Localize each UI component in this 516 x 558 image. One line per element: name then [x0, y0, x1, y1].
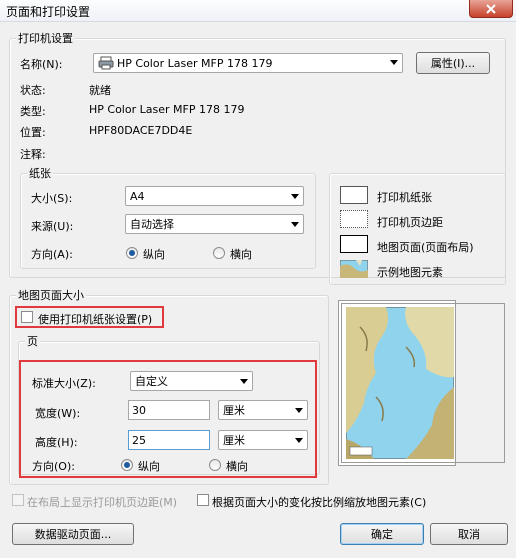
sample-map-swatch [339, 259, 369, 279]
map-thumbnail-icon [339, 259, 369, 279]
scale-elements-label[interactable]: 根据页面大小的变化按比例缩放地图元素(C) [212, 494, 426, 510]
title-bar: 页面和打印设置 [0, 0, 516, 22]
width-unit-value: 厘米 [223, 404, 245, 417]
show-printer-margins-label[interactable]: 在布局上显示打印机页边距(M) [27, 494, 177, 510]
printer-name-label: 名称(N): [20, 58, 63, 71]
chevron-down-icon [390, 60, 398, 65]
chevron-down-icon [291, 194, 299, 199]
printer-margin-swatch [340, 210, 368, 228]
legend-printer-margin: 打印机页边距 [377, 216, 443, 229]
legend-sample-map: 示例地图元素 [377, 266, 443, 279]
height-unit-value: 厘米 [223, 434, 245, 447]
status-label: 状态: [20, 84, 46, 97]
height-unit-select[interactable]: 厘米 [218, 430, 308, 450]
close-icon [486, 3, 496, 14]
standard-size-value: 自定义 [135, 375, 168, 388]
type-label: 类型: [20, 105, 46, 118]
properties-button[interactable]: 属性(I)... [416, 52, 490, 74]
width-label: 宽度(W): [35, 407, 81, 420]
type-value: HP Color Laser MFP 178 179 [89, 103, 245, 116]
height-input[interactable]: 25 [128, 430, 210, 450]
printer-icon [98, 56, 114, 70]
location-label: 位置: [20, 126, 46, 139]
map-portrait-radio[interactable] [121, 459, 133, 471]
cancel-button[interactable]: 取消 [430, 523, 508, 545]
close-button[interactable] [469, 0, 513, 18]
page-subgroup-title: 页 [25, 333, 40, 349]
paper-group-title: 纸张 [27, 165, 53, 181]
scale-elements-checkbox[interactable] [197, 494, 209, 506]
paper-size-select[interactable]: A4 [125, 186, 304, 206]
data-driven-pages-button[interactable]: 数据驱动页面... [12, 523, 134, 545]
paper-landscape-label[interactable]: 横向 [230, 246, 252, 262]
use-printer-paper-checkbox[interactable] [21, 311, 33, 323]
status-value: 就绪 [89, 84, 111, 97]
paper-portrait-radio[interactable] [126, 247, 138, 259]
width-unit-select[interactable]: 厘米 [218, 400, 308, 420]
chevron-down-icon [295, 408, 303, 413]
height-label: 高度(H): [35, 436, 78, 449]
printer-name-value: HP Color Laser MFP 178 179 [117, 56, 273, 70]
use-printer-paper-label[interactable]: 使用打印机纸张设置(P) [38, 311, 152, 327]
paper-orientation-label: 方向(A): [31, 248, 73, 261]
paper-source-label: 来源(U): [31, 220, 74, 233]
printer-name-select[interactable]: HP Color Laser MFP 178 179 [93, 53, 403, 73]
comment-label: 注释: [20, 148, 46, 161]
map-orientation-label: 方向(O): [32, 460, 75, 473]
paper-source-value: 自动选择 [130, 218, 174, 231]
standard-size-select[interactable]: 自定义 [130, 371, 253, 391]
chevron-down-icon [295, 438, 303, 443]
sample-map-preview [346, 307, 454, 459]
map-portrait-label[interactable]: 纵向 [138, 458, 160, 474]
show-printer-margins-checkbox[interactable] [12, 494, 24, 506]
map-page-size-title: 地图页面大小 [16, 287, 86, 303]
location-value: HPF80DACE7DD4E [89, 124, 193, 137]
page-preview [338, 300, 506, 484]
map-page-swatch [340, 235, 368, 253]
legend-map-page: 地图页面(页面布局) [377, 241, 474, 254]
width-input[interactable]: 30 [128, 400, 210, 420]
paper-source-select[interactable]: 自动选择 [125, 214, 304, 234]
chevron-down-icon [291, 222, 299, 227]
legend-printer-paper: 打印机纸张 [377, 191, 432, 204]
paper-portrait-label[interactable]: 纵向 [143, 246, 165, 262]
chevron-down-icon [240, 379, 248, 384]
printer-settings-title: 打印机设置 [16, 30, 75, 46]
paper-size-value: A4 [130, 189, 145, 203]
map-landscape-radio[interactable] [209, 459, 221, 471]
ok-button[interactable]: 确定 [340, 523, 424, 545]
paper-size-label: 大小(S): [31, 192, 73, 205]
printer-paper-swatch [340, 186, 368, 204]
paper-landscape-radio[interactable] [213, 247, 225, 259]
standard-size-label: 标准大小(Z): [32, 377, 96, 390]
map-landscape-label[interactable]: 横向 [226, 458, 248, 474]
window-title: 页面和打印设置 [6, 5, 91, 19]
